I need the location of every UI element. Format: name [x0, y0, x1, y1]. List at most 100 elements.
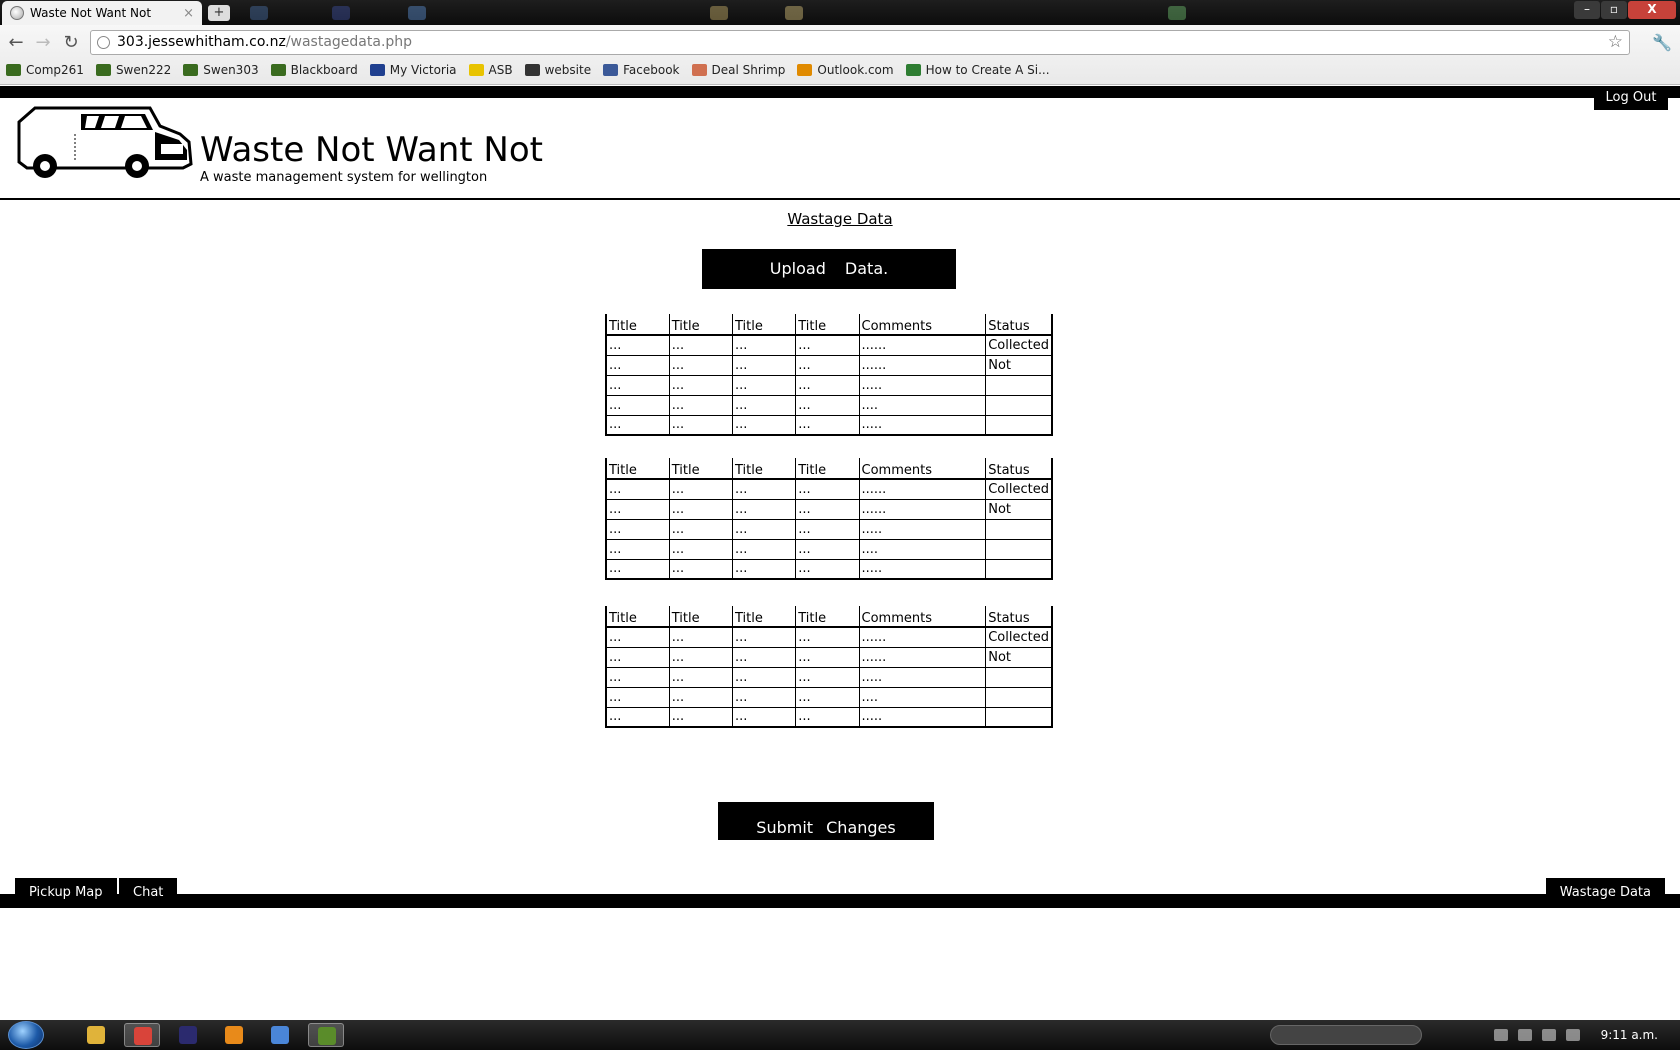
status-cell[interactable]: Not: [985, 647, 1052, 668]
submit-changes-button[interactable]: Submit Changes: [718, 802, 934, 840]
status-cell[interactable]: Collected: [985, 627, 1052, 648]
column-header: Comments: [859, 314, 987, 336]
taskbar-itunes-button[interactable]: [262, 1023, 298, 1047]
table-cell: ...: [795, 479, 860, 500]
bookmark-item[interactable]: My Victoria: [369, 63, 457, 77]
folder-tray-icon[interactable]: [1493, 1029, 1508, 1041]
status-cell[interactable]: [985, 707, 1052, 728]
bookmark-label: Deal Shrimp: [711, 63, 786, 77]
status-cell[interactable]: Collected: [985, 335, 1052, 356]
bookmark-item[interactable]: website: [524, 63, 591, 77]
table-cell: ...: [606, 395, 670, 416]
window-minimize-button[interactable]: –: [1574, 1, 1600, 19]
table-cell: ...: [606, 499, 670, 520]
upload-data-button[interactable]: Upload Data.: [702, 249, 956, 289]
tab-close-icon[interactable]: ×: [183, 6, 194, 21]
page-heading[interactable]: Wastage Data: [0, 210, 1680, 228]
status-cell[interactable]: [985, 375, 1052, 396]
forward-arrow-icon[interactable]: →: [32, 33, 54, 53]
bookmark-item[interactable]: ASB: [468, 63, 513, 77]
table-cell: ...: [669, 415, 734, 436]
system-tray: 9:11 a.m.: [1489, 1020, 1680, 1050]
window-close-button[interactable]: X: [1628, 1, 1676, 19]
table-cell: ...: [606, 519, 670, 540]
bookmark-icon: [603, 64, 619, 76]
address-bar[interactable]: 303.jessewhitham.co.nz/wastagedata.php ☆: [90, 30, 1630, 55]
column-header: Title: [795, 314, 860, 336]
flag-icon[interactable]: [1517, 1029, 1532, 1041]
column-header: Title: [669, 458, 734, 480]
bookmark-item[interactable]: Facebook: [603, 63, 680, 77]
status-cell[interactable]: [985, 667, 1052, 688]
window-maximize-button[interactable]: ▫: [1601, 1, 1627, 19]
bookmark-item[interactable]: Outlook.com: [797, 63, 894, 77]
volume-icon[interactable]: [1565, 1029, 1580, 1041]
status-cell[interactable]: Not: [985, 499, 1052, 520]
wastage-table: Title Title Title Title Comments Status......…: [605, 606, 1053, 728]
bookmark-icon: [369, 64, 385, 76]
taskbar-chrome-button[interactable]: [124, 1023, 160, 1047]
table-cell: ...: [795, 559, 860, 580]
clock[interactable]: 9:11 a.m.: [1601, 1028, 1658, 1042]
nav-wastage-data[interactable]: Wastage Data: [1545, 878, 1665, 908]
url-host: 303.jessewhitham.co.nz: [117, 34, 286, 50]
taskbar-eclipse-button[interactable]: [170, 1023, 206, 1047]
bookmark-star-icon[interactable]: ☆: [1608, 31, 1623, 54]
table-row: .................. Not: [606, 355, 1052, 376]
wrench-menu-icon[interactable]: 🔧: [1652, 33, 1672, 52]
table-cell: ...: [669, 539, 734, 560]
network-icon[interactable]: [1541, 1029, 1556, 1041]
status-cell[interactable]: [985, 687, 1052, 708]
status-cell[interactable]: [985, 559, 1052, 580]
bookmark-icon: [6, 64, 21, 76]
status-cell[interactable]: [985, 415, 1052, 436]
bookmark-label: Outlook.com: [817, 63, 894, 77]
bookmark-item[interactable]: Swen303: [183, 63, 259, 77]
bookmark-icon: [524, 64, 540, 76]
table-cell: ...: [606, 479, 670, 500]
table-cell: ...: [795, 355, 860, 376]
top-bar: [0, 86, 1680, 98]
column-header: Title: [606, 314, 670, 336]
media-controls[interactable]: [1270, 1025, 1422, 1045]
dreamweaver-icon: [318, 1027, 336, 1045]
taskbar-media-player-button[interactable]: [216, 1023, 252, 1047]
table-row: .................: [606, 415, 1052, 436]
new-tab-button[interactable]: +: [208, 5, 230, 21]
bookmark-item[interactable]: Blackboard: [270, 63, 358, 77]
start-button[interactable]: [8, 1021, 44, 1049]
nav-pickup-map[interactable]: Pickup Map: [15, 878, 117, 908]
table-cell: .....: [859, 559, 987, 580]
table-cell: ...: [732, 559, 797, 580]
bookmark-item[interactable]: Deal Shrimp: [691, 63, 786, 77]
table-cell: ...: [732, 375, 797, 396]
column-header: Title: [606, 458, 670, 480]
bookmark-label: ASB: [488, 63, 513, 77]
desktop-icon: [785, 6, 803, 20]
table-cell: ...: [669, 335, 734, 356]
browser-tab[interactable]: Waste Not Want Not ×: [2, 1, 202, 25]
van-logo-icon: [17, 106, 193, 178]
status-cell[interactable]: [985, 539, 1052, 560]
nav-chat[interactable]: Chat: [119, 878, 178, 908]
bookmark-item[interactable]: Comp261: [6, 63, 84, 77]
taskbar-dreamweaver-button[interactable]: [308, 1023, 344, 1047]
taskbar-explorer-button[interactable]: [78, 1023, 114, 1047]
table-cell: ......: [859, 499, 987, 520]
tab-title: Waste Not Want Not: [30, 6, 152, 20]
bookmark-icon: [468, 64, 484, 76]
bookmark-item[interactable]: Swen222: [95, 63, 171, 77]
column-header: Comments: [859, 458, 987, 480]
table-row: .................. Collected: [606, 479, 1052, 500]
back-arrow-icon[interactable]: ←: [5, 33, 27, 53]
status-cell[interactable]: [985, 395, 1052, 416]
status-cell[interactable]: Not: [985, 355, 1052, 376]
reload-icon[interactable]: ↻: [60, 33, 82, 53]
bookmark-item[interactable]: How to Create A Si...: [905, 63, 1050, 77]
table-cell: .....: [859, 707, 987, 728]
status-cell[interactable]: Collected: [985, 479, 1052, 500]
itunes-icon: [271, 1026, 289, 1044]
status-cell[interactable]: [985, 519, 1052, 540]
logout-button[interactable]: Log Out: [1594, 86, 1668, 110]
table-cell: ...: [732, 539, 797, 560]
